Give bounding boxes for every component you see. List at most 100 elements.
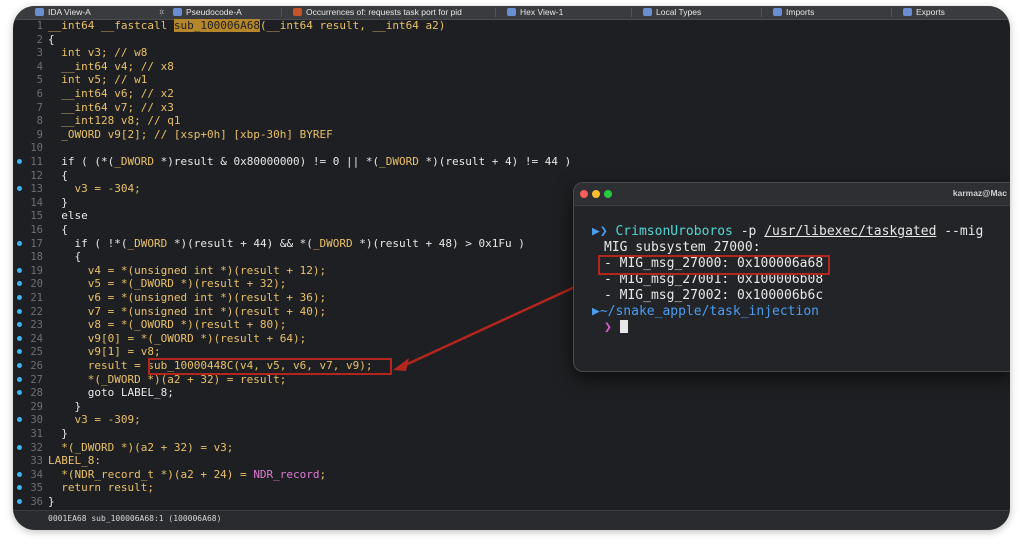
code-line[interactable]: 30 v3 = -309; [13, 413, 1010, 427]
tab-label: Hex View-1 [520, 7, 564, 17]
terminal-output-0: MIG subsystem 27000: [604, 240, 761, 255]
line-number: 32 [30, 441, 43, 454]
tab-bar: IDA View-A×Pseudocode-AOccurrences of: r… [13, 6, 1010, 20]
code-text: __int64 v6; // x2 [48, 87, 174, 101]
tab-hex-view-1[interactable]: Hex View-1 [507, 6, 563, 19]
code-line[interactable]: 36} [13, 495, 1010, 509]
line-number: 7 [36, 101, 43, 114]
code-line[interactable]: 28 goto LABEL_8; [13, 386, 1010, 400]
prompt2-icon: ❯ [604, 320, 612, 335]
code-line[interactable]: 7 __int64 v7; // x3 [13, 101, 1010, 115]
code-token: v3 = -304; [48, 182, 141, 196]
code-text: { [48, 223, 68, 237]
tab-icon [643, 8, 652, 16]
code-token: __int64 v6; // x2 [48, 87, 174, 100]
close-dot-icon[interactable] [580, 190, 588, 198]
mig-msg-highlight-box [598, 255, 830, 275]
line-number: 35 [30, 482, 43, 495]
code-token: int v3; // w8 [48, 46, 148, 60]
code-text: v9[1] = v8; [48, 345, 161, 359]
tab-pseudocode-a[interactable]: Pseudocode-A [173, 6, 242, 19]
tab-imports[interactable]: Imports [773, 6, 814, 19]
line-number: 14 [30, 196, 43, 209]
code-line[interactable]: 2{ [13, 33, 1010, 47]
code-line[interactable]: 4 __int64 v4; // x8 [13, 60, 1010, 74]
code-token: if ( (*( [48, 155, 115, 168]
code-text: if ( (*(_DWORD *)result & 0x80000000) !=… [48, 155, 571, 169]
code-text: v7 = *(unsigned int *)(result + 40); [48, 305, 326, 319]
zoom-dot-icon[interactable] [604, 190, 612, 198]
code-line[interactable]: 9 _OWORD v9[2]; // [xsp+0h] [xbp-30h] BY… [13, 128, 1010, 142]
code-token: _OWORD v9[2]; // [xsp+0h] [xbp-30h] BYRE… [48, 127, 333, 141]
code-token: *(_DWORD *)(a2 + 32) = v3; [48, 440, 234, 454]
code-text: } [48, 427, 68, 441]
terminal-output-3: - MIG_msg_27002: 0x100006b6c [604, 288, 824, 303]
code-text: int v3; // w8 [48, 46, 147, 60]
code-token: NDR_record [253, 467, 320, 481]
code-text: _OWORD v9[2]; // [xsp+0h] [xbp-30h] BYRE… [48, 128, 333, 142]
minimize-dot-icon[interactable] [592, 190, 600, 198]
code-text: *(NDR_record_t *)(a2 + 24) = NDR_record; [48, 468, 326, 482]
code-token: *)(result + 44) && *( [167, 236, 313, 250]
line-number: 10 [30, 142, 43, 155]
code-token: goto LABEL_8; [48, 386, 174, 400]
terminal-input-line[interactable]: ❯ [604, 320, 628, 336]
code-text: return result; [48, 481, 154, 495]
code-token: { [48, 223, 68, 236]
prompt-icon: ▶❯ [592, 224, 608, 239]
code-line[interactable]: 8 __int128 v8; // q1 [13, 114, 1010, 128]
code-token: __int64 __fastcall [48, 19, 174, 32]
command-name: CrimsonUroboros [615, 224, 733, 239]
tab-icon [507, 8, 516, 16]
tab-exports[interactable]: Exports [903, 6, 945, 19]
tab-ida-view-a[interactable]: IDA View-A [35, 6, 91, 19]
code-token: __int64 v4; // x8 [48, 59, 174, 73]
line-number: 25 [30, 346, 43, 359]
line-number: 21 [30, 292, 43, 304]
text-cursor [619, 320, 628, 333]
status-text: 0001EA68 sub_100006A68:1 (100006A68) [48, 514, 222, 523]
line-number: 34 [30, 468, 43, 481]
code-text: } [48, 495, 55, 509]
tab-separator [891, 8, 892, 17]
code-text: v3 = -304; [48, 182, 141, 196]
cwd-icon: ▶ [592, 304, 600, 319]
code-line[interactable]: 5 int v5; // w1 [13, 73, 1010, 87]
tab-occurrences-of-requests-task-port-for-pid[interactable]: Occurrences of: requests task port for p… [293, 6, 462, 19]
code-token: _DWORD [127, 236, 168, 250]
code-token: } [48, 195, 68, 209]
terminal-window[interactable]: karmaz@Mac ▶❯ CrimsonUroboros -p /usr/li… [573, 182, 1010, 372]
line-number: 30 [30, 414, 43, 427]
code-text: } [48, 400, 81, 414]
code-token: __int64 v7; // x3 [48, 100, 174, 114]
code-text: v8 = *(_OWORD *)(result + 80); [48, 318, 287, 332]
code-token: return result; [48, 481, 154, 495]
code-token: } [48, 427, 68, 440]
code-line[interactable]: 3 int v3; // w8 [13, 46, 1010, 60]
code-text: else [48, 209, 88, 223]
tab-local-types[interactable]: Local Types [643, 6, 701, 19]
code-line[interactable]: 35 return result; [13, 481, 1010, 495]
line-number: 11 [30, 156, 43, 168]
code-token: { [48, 250, 82, 264]
highlighted-function-name: sub_100006A68 [173, 19, 260, 32]
code-line[interactable]: 32 *(_DWORD *)(a2 + 32) = v3; [13, 441, 1010, 455]
line-number: 6 [36, 88, 43, 100]
tab-label: IDA View-A [48, 7, 91, 17]
line-number: 9 [36, 128, 43, 141]
line-number: 19 [30, 264, 43, 277]
code-line[interactable]: 10 [13, 141, 1010, 155]
code-line[interactable]: 11 if ( (*(_DWORD *)result & 0x80000000)… [13, 155, 1010, 169]
code-token: { [48, 168, 68, 182]
ida-window: IDA View-A×Pseudocode-AOccurrences of: r… [13, 6, 1010, 530]
code-line[interactable]: 33 LABEL_8: [13, 454, 1010, 468]
code-line[interactable]: 12 { [13, 169, 1010, 183]
code-line[interactable]: 1 __int64 __fastcall sub_100006A68(__int6… [13, 19, 1010, 33]
code-line[interactable]: 6 __int64 v6; // x2 [13, 87, 1010, 101]
code-line[interactable]: 34 *(NDR_record_t *)(a2 + 24) = NDR_reco… [13, 468, 1010, 482]
command-path: /usr/libexec/taskgated [764, 224, 937, 239]
code-token: *)(result + 4) != 44 ) [418, 155, 572, 168]
code-line[interactable]: 31 } [13, 427, 1010, 441]
code-line[interactable]: 29 } [13, 400, 1010, 414]
code-text: LABEL_8: [48, 454, 101, 468]
